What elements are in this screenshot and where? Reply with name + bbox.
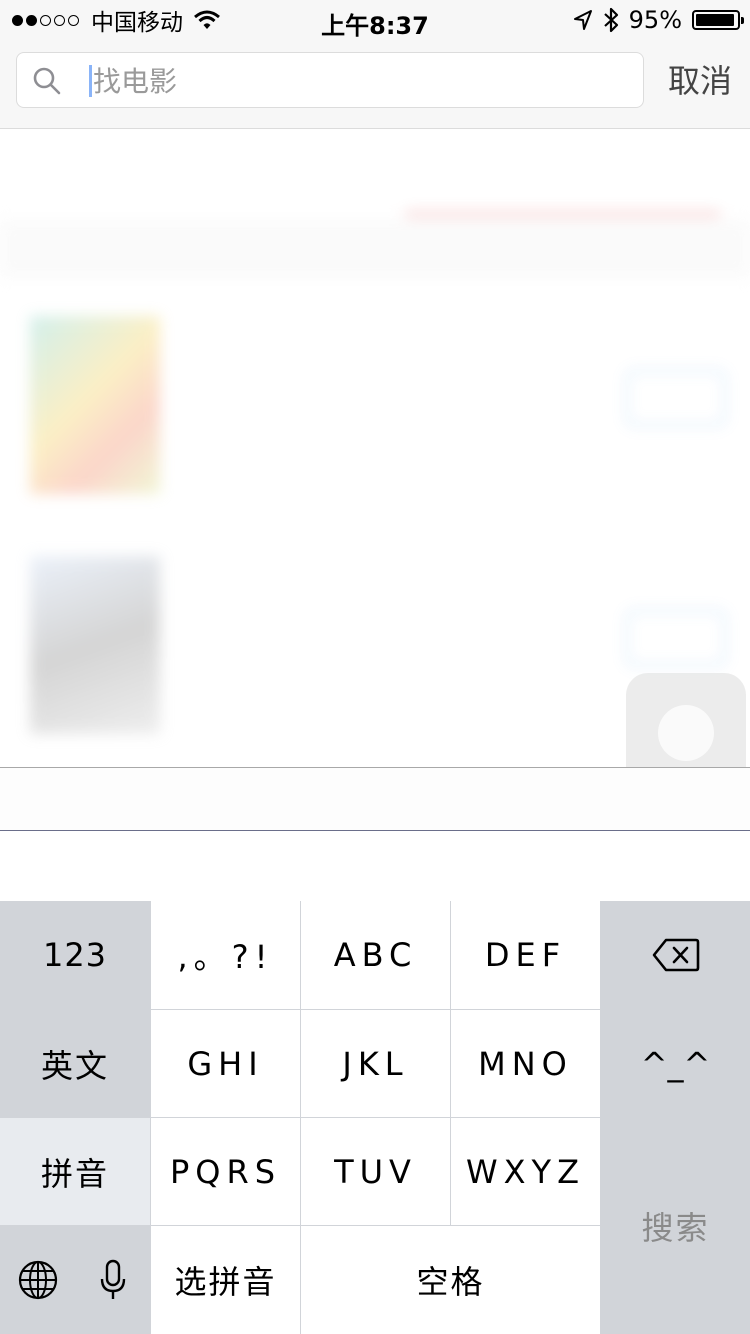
globe-icon	[18, 1260, 57, 1300]
key-english[interactable]: 英文	[0, 1010, 150, 1117]
key-label: WXYZ	[465, 1152, 586, 1191]
tab-right	[375, 130, 750, 220]
key-emoticon[interactable]: ^_^	[601, 1010, 750, 1117]
section-header	[0, 220, 750, 278]
text-cursor	[89, 65, 92, 97]
key-label: ABC	[333, 936, 418, 974]
key-wxyz[interactable]: WXYZ	[451, 1118, 600, 1225]
key-punctuation[interactable]: ,。?!	[151, 901, 300, 1009]
key-label: MNO	[478, 1044, 573, 1083]
key-label: 123	[42, 936, 108, 974]
key-label: 英文	[40, 1046, 109, 1085]
background-content	[0, 130, 750, 768]
key-abc[interactable]: ABC	[301, 901, 450, 1009]
key-label: DEF	[484, 936, 567, 974]
key-label: TUV	[334, 1152, 417, 1191]
assistive-touch-dot	[658, 705, 714, 761]
key-tuv[interactable]: TUV	[301, 1118, 450, 1225]
battery-icon	[692, 10, 744, 30]
key-label: 空格	[416, 1263, 485, 1301]
key-ghi[interactable]: GHI	[151, 1010, 300, 1117]
movie-action-button	[626, 370, 726, 426]
search-input[interactable]	[93, 59, 613, 103]
search-header: 取消	[0, 40, 750, 129]
microphone-icon	[100, 1259, 126, 1299]
key-label: GHI	[187, 1044, 264, 1083]
globe-key[interactable]	[0, 1226, 75, 1334]
cancel-button[interactable]: 取消	[668, 56, 732, 102]
active-tab-indicator	[405, 212, 720, 216]
key-label: ^_^	[640, 1044, 711, 1083]
key-label: JKL	[342, 1044, 409, 1083]
search-icon	[33, 67, 61, 95]
status-bar: 中国移动 上午8:37 95%	[0, 0, 750, 40]
space-key[interactable]: 空格	[301, 1226, 600, 1334]
delete-key[interactable]	[601, 901, 750, 1009]
key-123[interactable]: 123	[0, 901, 150, 1009]
movie-item	[0, 278, 750, 518]
tab-bar	[0, 130, 750, 220]
key-label: 拼音	[40, 1154, 109, 1193]
tab-left	[0, 130, 375, 220]
key-select-pinyin[interactable]: 选拼音	[151, 1226, 300, 1334]
battery-percent: 95%	[628, 6, 682, 34]
key-def[interactable]: DEF	[451, 901, 600, 1009]
status-right: 95%	[573, 6, 744, 34]
key-mno[interactable]: MNO	[451, 1010, 600, 1117]
microphone-key[interactable]	[76, 1226, 150, 1334]
movie-poster	[30, 556, 160, 734]
movie-action-button	[626, 610, 726, 666]
search-box[interactable]	[16, 52, 644, 108]
key-label: ,。?!	[177, 938, 274, 976]
key-label: 选拼音	[174, 1263, 277, 1301]
search-key[interactable]: 搜索	[601, 1118, 750, 1334]
key-jkl[interactable]: JKL	[301, 1010, 450, 1117]
key-pinyin[interactable]: 拼音	[0, 1118, 150, 1225]
movie-poster	[30, 316, 160, 494]
keyboard: 123 ,。?! ABC DEF 英文 GHI JKL MNO ^_^ 拼音 P…	[0, 901, 750, 1334]
key-label: PQRS	[169, 1152, 282, 1191]
bluetooth-icon	[603, 7, 618, 33]
location-icon	[573, 10, 592, 30]
key-label: 搜索	[641, 1209, 710, 1247]
candidate-bar	[0, 767, 750, 831]
backspace-icon	[652, 938, 699, 972]
key-pqrs[interactable]: PQRS	[151, 1118, 300, 1225]
battery-fill	[696, 14, 734, 26]
